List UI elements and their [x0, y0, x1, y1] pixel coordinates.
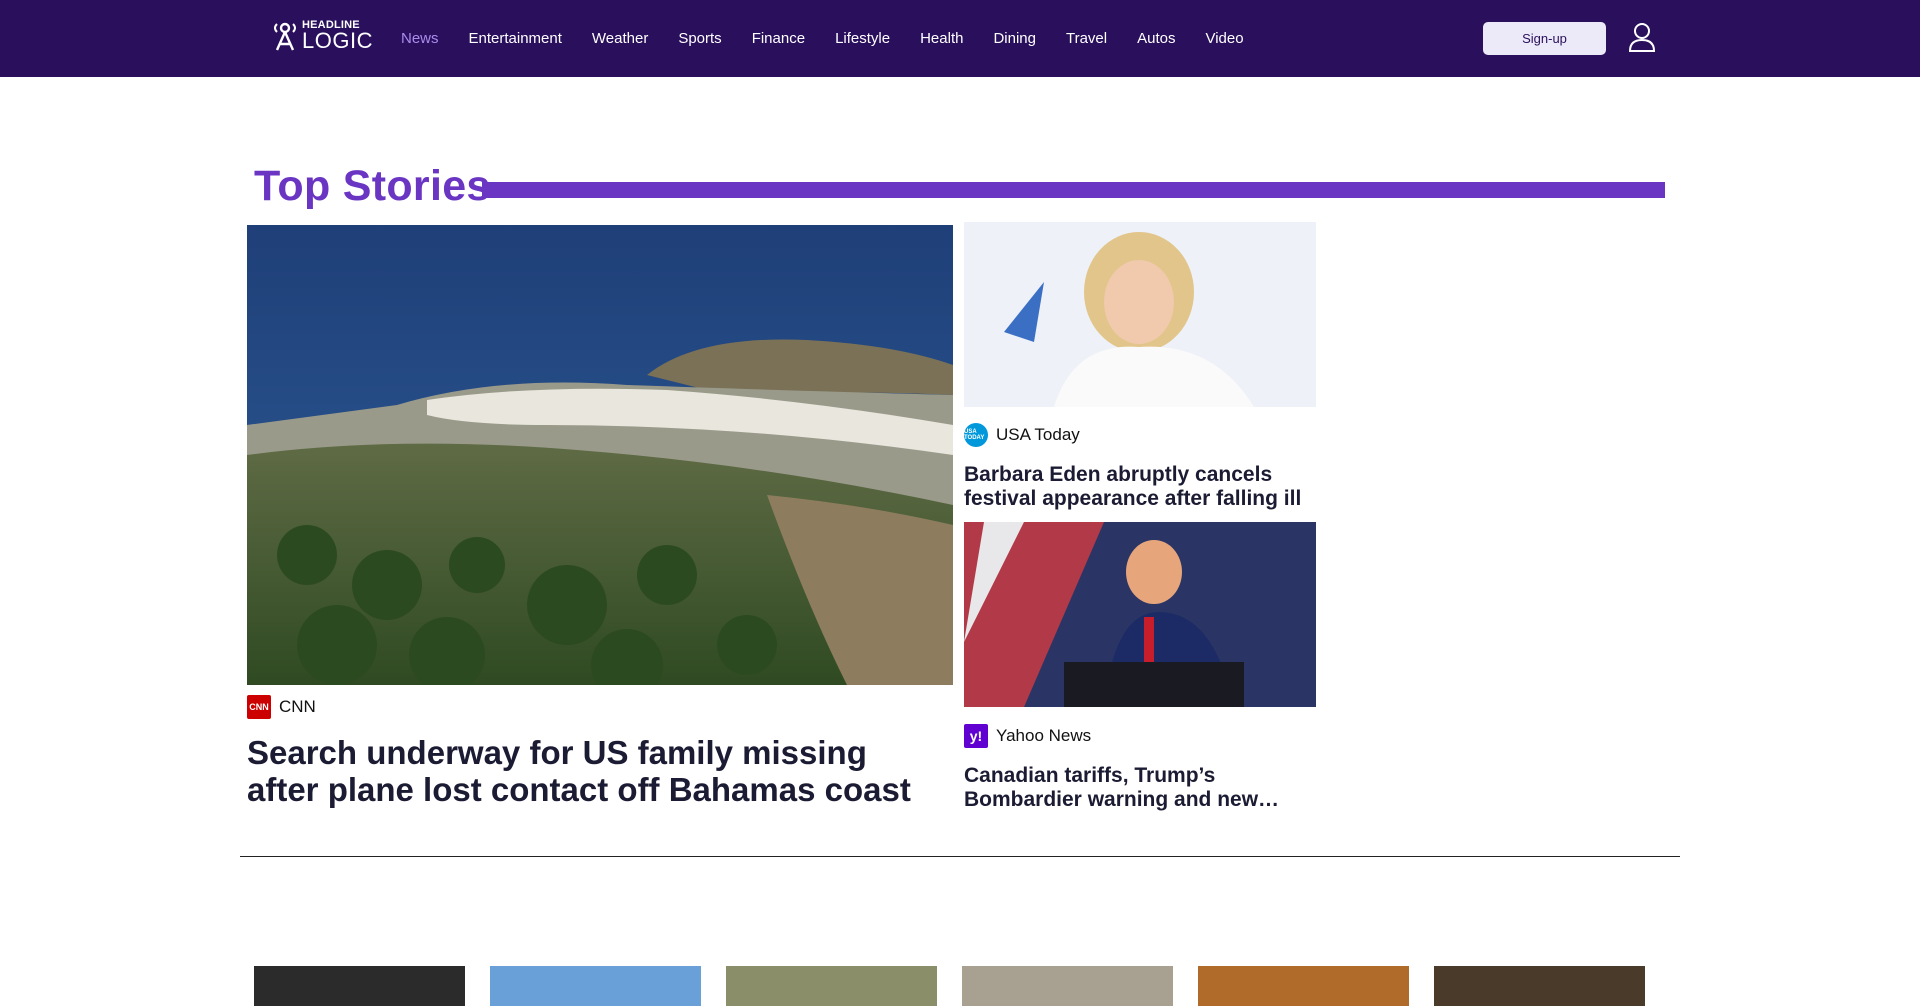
top-navigation-bar: HEADLINE LOGIC News Entertainment Weathe… — [0, 0, 1920, 77]
nav-item-dining[interactable]: Dining — [993, 30, 1036, 47]
logo-line-2: LOGIC — [302, 28, 373, 53]
thumbnail-4[interactable] — [962, 966, 1173, 1006]
user-icon[interactable] — [1628, 22, 1656, 52]
thumbnail-6[interactable] — [1434, 966, 1645, 1006]
thumbnail-row — [254, 966, 1645, 1006]
main-story-source[interactable]: CNN CNN — [247, 695, 316, 719]
side-story-2-source[interactable]: y! Yahoo News — [964, 724, 1091, 748]
thumbnail-1[interactable] — [254, 966, 465, 1006]
nav-item-news[interactable]: News — [401, 30, 439, 47]
thumbnail-5[interactable] — [1198, 966, 1409, 1006]
main-story-headline[interactable]: Search underway for US family missing af… — [247, 734, 947, 808]
yahoo-logo-icon: y! — [964, 724, 988, 748]
source-name: Yahoo News — [996, 726, 1092, 745]
thumbnail-3[interactable] — [726, 966, 937, 1006]
nav-item-autos[interactable]: Autos — [1137, 30, 1175, 47]
section-divider — [240, 856, 1680, 857]
nav-item-travel[interactable]: Travel — [1066, 30, 1107, 47]
source-name: CNN — [279, 697, 316, 716]
side-story-1-source[interactable]: USA TODAY USA Today — [964, 423, 1080, 447]
main-nav: News Entertainment Weather Sports Financ… — [401, 0, 1274, 77]
nav-item-lifestyle[interactable]: Lifestyle — [835, 30, 890, 47]
nav-item-health[interactable]: Health — [920, 30, 963, 47]
nav-item-sports[interactable]: Sports — [678, 30, 721, 47]
nav-item-video[interactable]: Video — [1205, 30, 1243, 47]
section-title-bar — [482, 182, 1665, 198]
section-title: Top Stories — [254, 162, 491, 210]
source-name: USA Today — [996, 425, 1080, 444]
signup-button[interactable]: Sign-up — [1483, 22, 1606, 55]
nav-item-weather[interactable]: Weather — [592, 30, 648, 47]
side-story-2-headline[interactable]: Canadian tariffs, Trump’s Bombardier war… — [964, 764, 1314, 812]
nav-item-entertainment[interactable]: Entertainment — [469, 30, 562, 47]
logo-icon — [274, 22, 296, 51]
usa-today-logo-icon: USA TODAY — [964, 423, 988, 447]
thumbnail-2[interactable] — [490, 966, 701, 1006]
main-story-image[interactable] — [247, 225, 953, 685]
side-story-1-headline[interactable]: Barbara Eden abruptly cancels festival a… — [964, 463, 1314, 511]
side-story-1-image[interactable] — [964, 222, 1316, 407]
site-logo[interactable]: HEADLINE LOGIC — [272, 20, 373, 52]
logo-wordmark: HEADLINE LOGIC — [302, 20, 373, 52]
cnn-logo-icon: CNN — [247, 695, 271, 719]
nav-item-finance[interactable]: Finance — [752, 30, 805, 47]
side-story-2-image[interactable] — [964, 522, 1316, 707]
